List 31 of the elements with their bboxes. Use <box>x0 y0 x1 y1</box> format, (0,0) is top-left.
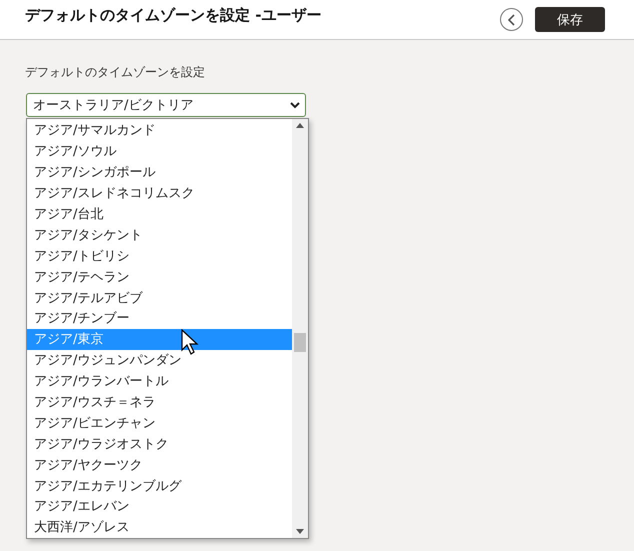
scrollbar-thumb[interactable] <box>294 333 306 352</box>
chevron-down-icon <box>290 102 300 108</box>
dropdown-option[interactable]: アジア/エカテリンブルグ <box>27 475 292 496</box>
dropdown-option[interactable]: アジア/ソウル <box>27 140 292 162</box>
field-label: デフォルトのタイムゾーンを設定 <box>25 64 206 81</box>
dropdown-option[interactable]: アジア/テルアビブ <box>27 287 292 308</box>
save-button[interactable]: 保存 <box>535 7 605 32</box>
dropdown-option[interactable]: アジア/スレドネコリムスク <box>27 182 292 204</box>
scroll-up-icon[interactable] <box>296 123 304 128</box>
dropdown-option[interactable]: アジア/テヘラン <box>27 266 292 288</box>
dropdown-option[interactable]: アジア/ウジュンパンダン <box>27 350 292 371</box>
mouse-pointer-icon <box>181 328 199 355</box>
dropdown-option[interactable]: 大西洋/アゾレス <box>27 516 292 538</box>
dropdown-option[interactable]: アジア/シンガポール <box>27 162 292 183</box>
page-title: デフォルトのタイムゾーンを設定 -ユーザー <box>25 6 322 25</box>
chevron-left-icon <box>506 14 516 26</box>
dropdown-option[interactable]: アジア/エレバン <box>27 496 292 517</box>
dropdown-option[interactable]: アジア/トビリシ <box>27 245 292 266</box>
dropdown-option[interactable]: アジア/サマルカンド <box>27 120 292 141</box>
dropdown-option[interactable]: アジア/ウスチ＝ネラ <box>27 392 292 412</box>
timezone-select[interactable]: オーストラリア/ビクトリア <box>26 93 306 117</box>
dropdown-option[interactable]: アジア/ウラジオストク <box>27 433 292 454</box>
dropdown-option[interactable]: アジア/ヤクーツク <box>27 454 292 476</box>
scrollbar[interactable] <box>292 119 308 538</box>
scroll-down-icon[interactable] <box>296 528 304 534</box>
dropdown-option[interactable]: アジア/タシケント <box>27 224 292 246</box>
dropdown-option[interactable]: アジア/ビエンチャン <box>27 412 292 434</box>
dropdown-option[interactable]: アジア/台北 <box>27 204 292 224</box>
dropdown-option[interactable]: アジア/チンブー <box>27 308 292 329</box>
dropdown-option[interactable]: アジア/ウランバートル <box>27 370 292 392</box>
back-button[interactable] <box>500 8 523 31</box>
